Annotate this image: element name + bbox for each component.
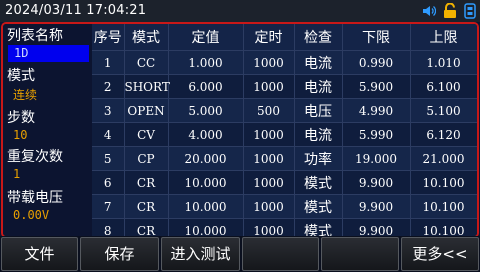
table-row[interactable]: 3 OPEN 5.000 500 电压 4.990 5.100: [92, 98, 477, 123]
cell-lower-limit[interactable]: 19.000: [342, 146, 411, 171]
speaker-icon[interactable]: [422, 4, 436, 18]
cell-upper-limit[interactable]: 6.100: [410, 74, 477, 99]
repeat-label: 重复次数: [7, 149, 63, 165]
load-voltage-value[interactable]: 0.00V: [13, 208, 49, 222]
cell-setpoint[interactable]: 1.000: [168, 50, 244, 75]
cell-setpoint[interactable]: 4.000: [168, 122, 244, 147]
cell-time[interactable]: 500: [243, 98, 295, 123]
cell-time[interactable]: 1000: [243, 122, 295, 147]
softkey-5[interactable]: [321, 237, 399, 271]
list-table-container: 序号 模式 定值 定时 检查 下限 上限 1 CC 1.000 1000 电流 0.990…: [92, 24, 477, 236]
cell-lower-limit[interactable]: 5.990: [342, 122, 411, 147]
cell-check[interactable]: 模式: [294, 194, 343, 219]
cell-index[interactable]: 5: [92, 146, 125, 171]
cell-lower-limit[interactable]: 0.990: [342, 50, 411, 75]
list-name-field[interactable]: 1D: [8, 45, 89, 62]
cell-lower-limit[interactable]: 9.900: [342, 170, 411, 195]
cell-upper-limit[interactable]: 10.100: [410, 194, 477, 219]
col-header-mode: 模式: [124, 24, 169, 51]
cell-time[interactable]: 1000: [243, 170, 295, 195]
load-voltage-label: 带载电压: [7, 190, 63, 206]
cell-index[interactable]: 3: [92, 98, 125, 123]
cell-setpoint[interactable]: 10.000: [168, 194, 244, 219]
table-header-row: 序号 模式 定值 定时 检查 下限 上限: [92, 24, 477, 51]
cell-lower-limit[interactable]: 9.900: [342, 194, 411, 219]
cell-mode[interactable]: CV: [124, 122, 169, 147]
table-row[interactable]: 7 CR 10.000 1000 模式 9.900 10.100: [92, 194, 477, 219]
lock-icon[interactable]: [443, 3, 457, 19]
cell-mode[interactable]: SHORT: [124, 74, 170, 99]
cell-mode[interactable]: CC: [124, 50, 169, 75]
cell-index[interactable]: 4: [92, 122, 125, 147]
mode-value[interactable]: 连续: [13, 86, 37, 103]
steps-label: 步数: [7, 110, 35, 126]
table-row[interactable]: 6 CR 10.000 1000 模式 9.900 10.100: [92, 170, 477, 195]
file-softkey[interactable]: 文件: [1, 237, 78, 271]
table-row[interactable]: 5 CP 20.000 1000 功率 19.000 21.000: [92, 146, 477, 171]
cell-mode[interactable]: OPEN: [124, 98, 169, 123]
list-settings-sidebar: 列表名称 1D 模式 连续 步数 10 重复次数 1 带载电压 0.00V: [3, 24, 92, 236]
save-softkey[interactable]: 保存: [80, 237, 159, 271]
cell-mode[interactable]: CR: [124, 194, 169, 219]
list-steps-table: 序号 模式 定值 定时 检查 下限 上限 1 CC 1.000 1000 电流 0.990…: [92, 24, 477, 236]
cell-time[interactable]: 1000: [243, 50, 295, 75]
cell-check[interactable]: 电流: [294, 122, 343, 147]
usb-icon[interactable]: [464, 3, 476, 19]
softkey-4[interactable]: [242, 237, 319, 271]
col-header-check: 检查: [294, 24, 343, 51]
col-header-time: 定时: [243, 24, 295, 51]
more-softkey[interactable]: 更多<<: [401, 237, 479, 271]
softkey-bar: 文件 保存 进入测试 更多<<: [0, 236, 480, 272]
cell-check[interactable]: 功率: [294, 146, 343, 171]
status-icons: [422, 3, 476, 19]
col-header-lower-limit: 下限: [342, 24, 411, 51]
mode-label: 模式: [7, 68, 35, 84]
cell-check[interactable]: 电压: [294, 98, 343, 123]
cell-index[interactable]: 7: [92, 194, 125, 219]
table-row[interactable]: 2 SHORT 6.000 1000 电流 5.900 6.100: [92, 74, 477, 99]
cell-setpoint[interactable]: 6.000: [168, 74, 244, 99]
cell-upper-limit[interactable]: 21.000: [410, 146, 477, 171]
cell-upper-limit[interactable]: 1.010: [410, 50, 477, 75]
cell-setpoint[interactable]: 5.000: [168, 98, 244, 123]
repeat-value[interactable]: 1: [13, 167, 20, 181]
cell-setpoint[interactable]: 10.000: [168, 170, 244, 195]
col-header-setpoint: 定值: [168, 24, 244, 51]
cell-check[interactable]: 电流: [294, 50, 343, 75]
cell-check[interactable]: 电流: [294, 74, 343, 99]
list-edit-panel: 列表名称 1D 模式 连续 步数 10 重复次数 1 带载电压 0.00V 序号…: [1, 22, 479, 238]
table-row[interactable]: 4 CV 4.000 1000 电流 5.990 6.120: [92, 122, 477, 147]
cell-upper-limit[interactable]: 10.100: [410, 170, 477, 195]
cell-upper-limit[interactable]: 5.100: [410, 98, 477, 123]
cell-mode[interactable]: CP: [124, 146, 169, 171]
cell-check[interactable]: 模式: [294, 170, 343, 195]
datetime: 2024/03/11 17:04:21: [5, 3, 147, 18]
list-name-label: 列表名称: [7, 28, 63, 44]
col-header-index: 序号: [92, 24, 125, 51]
status-bar: 2024/03/11 17:04:21: [0, 0, 480, 22]
table-row[interactable]: 1 CC 1.000 1000 电流 0.990 1.010: [92, 50, 477, 75]
cell-lower-limit[interactable]: 4.990: [342, 98, 411, 123]
col-header-upper-limit: 上限: [410, 24, 477, 51]
cell-index[interactable]: 2: [92, 74, 125, 99]
steps-value[interactable]: 10: [13, 128, 27, 142]
cell-time[interactable]: 1000: [243, 74, 295, 99]
enter-test-softkey[interactable]: 进入测试: [161, 237, 240, 271]
cell-lower-limit[interactable]: 5.900: [342, 74, 411, 99]
cell-index[interactable]: 6: [92, 170, 125, 195]
cell-time[interactable]: 1000: [243, 146, 295, 171]
cell-mode[interactable]: CR: [124, 170, 169, 195]
cell-setpoint[interactable]: 20.000: [168, 146, 244, 171]
cell-upper-limit[interactable]: 6.120: [410, 122, 477, 147]
cell-index[interactable]: 1: [92, 50, 125, 75]
cell-time[interactable]: 1000: [243, 194, 295, 219]
